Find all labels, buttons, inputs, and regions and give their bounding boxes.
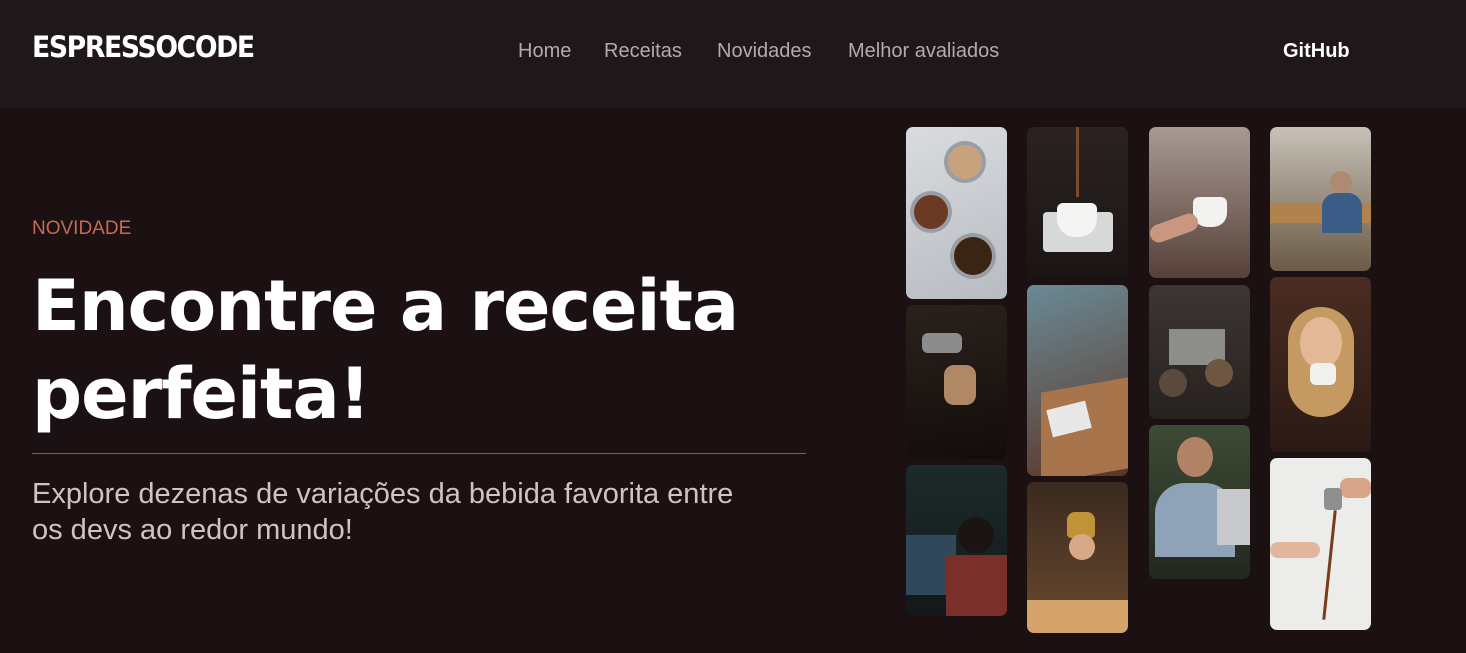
nav-link-melhor-avaliados[interactable]: Melhor avaliados xyxy=(848,40,999,63)
hero-divider xyxy=(32,453,806,454)
office-team-photo xyxy=(1270,127,1371,271)
hero-headline-line2: perfeita! xyxy=(32,353,371,435)
developer-at-monitors-photo xyxy=(906,465,1007,616)
github-link[interactable]: GitHub xyxy=(1283,40,1350,63)
hero-subtitle: Explore dezenas de variações da bebida f… xyxy=(32,476,832,548)
hero-subtitle-line1: Explore dezenas de variações da bebida f… xyxy=(32,478,734,510)
brand-logo[interactable]: ESPRESSOCODE xyxy=(32,30,255,64)
barista-woman-photo xyxy=(1027,482,1128,633)
latte-art-pouring-photo xyxy=(906,305,1007,459)
hero-subtitle-line2: os devs ao redor mundo! xyxy=(32,514,353,546)
nav-link-home[interactable]: Home xyxy=(518,40,571,63)
nav-link-novidades[interactable]: Novidades xyxy=(717,40,812,63)
portafilters-coffee-photo xyxy=(906,127,1007,299)
man-with-laptop-cup-photo xyxy=(1149,425,1250,579)
nav-link-receitas[interactable]: Receitas xyxy=(604,40,682,63)
coffee-pour-cup-photo xyxy=(1027,127,1128,278)
hero-headline: Encontre a receita perfeita! xyxy=(32,262,852,438)
people-at-cafe-bar-photo xyxy=(1149,285,1250,419)
hero-headline-line1: Encontre a receita xyxy=(32,265,739,347)
pouring-coffee-splash-photo xyxy=(1270,458,1371,630)
steaming-cup-hand-photo xyxy=(1149,127,1250,278)
top-navigation-bar: ESPRESSOCODE Home Receitas Novidades Mel… xyxy=(0,0,1466,108)
hero-eyebrow: NOVIDADE xyxy=(32,218,132,239)
woman-drinking-coffee-photo xyxy=(1270,277,1371,452)
cafe-window-table-photo xyxy=(1027,285,1128,476)
